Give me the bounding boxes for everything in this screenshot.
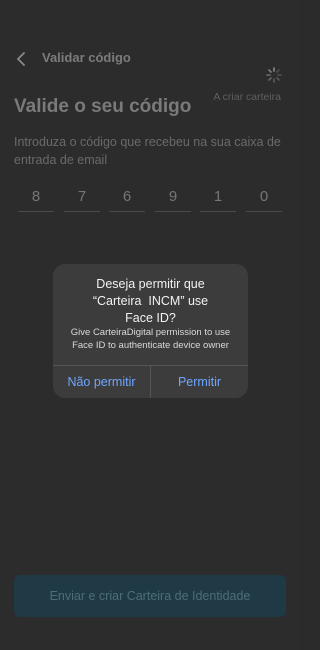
- dialog-message: Give CarteiraDigital permission to use F…: [70, 327, 231, 351]
- dialog-title-line-2: “Carteira INCM” use: [92, 294, 209, 308]
- face-id-permission-dialog: Deseja permitir que “Carteira INCM” use …: [53, 264, 248, 398]
- dialog-title-line-3: Face ID?: [125, 311, 176, 325]
- app-screen: Validar código A criar carteira Valide o…: [0, 0, 300, 650]
- dialog-title: Deseja permitir que “Carteira INCM” use …: [61, 276, 240, 327]
- dialog-title-line-1: Deseja permitir que: [96, 277, 205, 291]
- deny-button[interactable]: Não permitir: [53, 366, 150, 398]
- allow-button[interactable]: Permitir: [151, 366, 248, 398]
